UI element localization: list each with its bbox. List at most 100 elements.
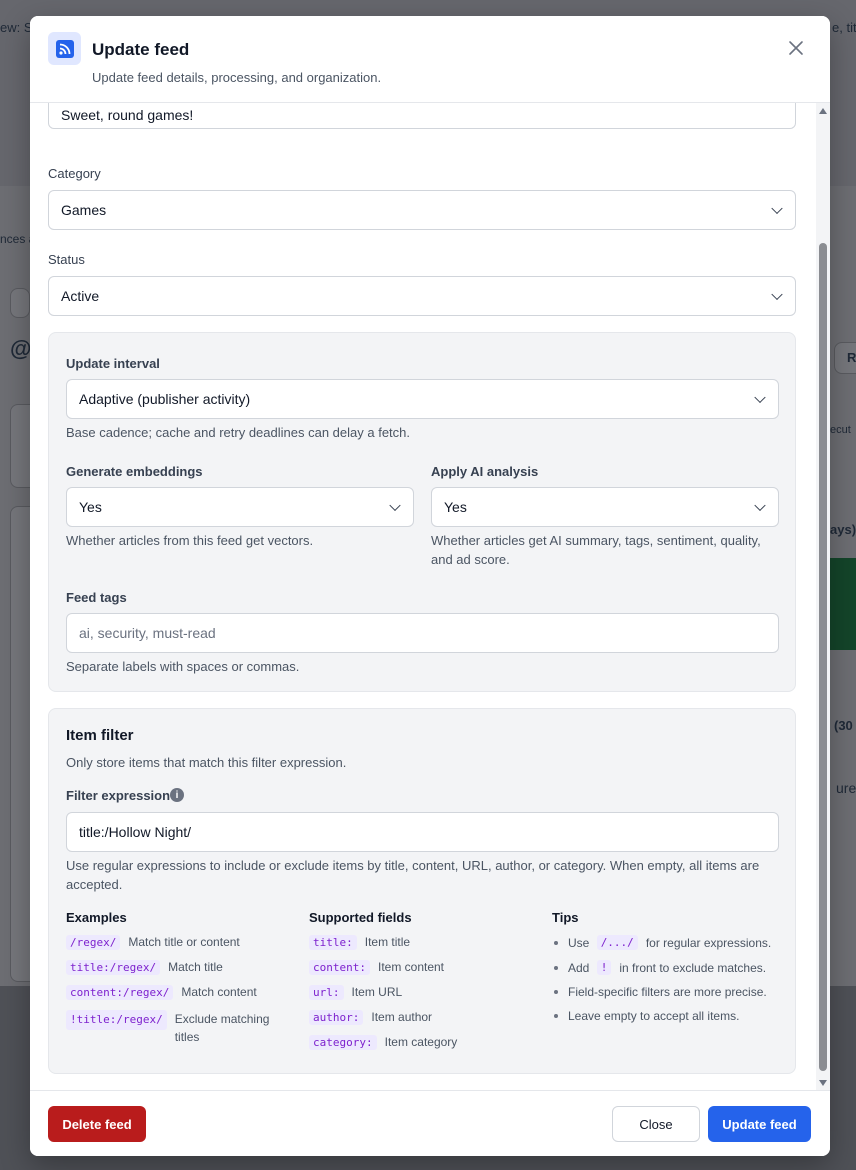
example-desc: Exclude matching titles [174,1012,270,1044]
embeddings-value: Yes [79,499,102,515]
rss-icon [48,32,81,65]
field-row: title: Item title [309,935,410,950]
field-desc: Item content [377,960,445,974]
ai-analysis-select[interactable]: Yes [431,487,779,527]
background-text: ays) [830,522,856,537]
update-interval-help: Base cadence; cache and retry deadlines … [66,425,410,440]
field-code: url: [309,985,344,1000]
background-text: ecut [830,424,851,436]
tip-code: /.../ [596,935,638,950]
status-value: Active [61,288,100,304]
background-back-button [10,288,30,318]
bullet-icon [554,940,558,945]
dialog-title: Update feed [92,40,190,59]
status-select[interactable]: Active [48,276,796,316]
chevron-down-icon [389,499,401,512]
tip-text: Add [568,960,590,975]
field-desc: Item URL [351,985,403,999]
dialog-header: Update feed Update feed details, process… [30,16,830,103]
scroll-up-icon[interactable] [819,108,827,114]
chevron-down-icon [771,288,783,301]
field-desc: Item author [371,1010,433,1024]
close-button[interactable]: Close [612,1106,700,1142]
dialog-scrollbar[interactable] [816,103,830,1090]
update-feed-dialog: Update feed Update feed details, process… [30,16,830,1156]
category-label: Category [48,166,101,181]
example-desc: Match title or content [128,935,240,949]
ai-analysis-label: Apply AI analysis [431,464,539,479]
field-row: content: Item content [309,960,444,975]
feed-tags-input[interactable]: ai, security, must-read [66,613,779,653]
filter-expression-help: Use regular expressions to include or ex… [66,858,760,892]
feed-tags-label: Feed tags [66,590,127,605]
field-desc: Item category [384,1035,458,1049]
example-desc: Match title [168,960,223,974]
item-filter-panel: Item filter Only store items that match … [48,708,796,1074]
field-code: category: [309,1035,377,1050]
tip-item: Add ! in front to exclude matches. [554,960,766,975]
item-filter-title: Item filter [66,727,134,744]
tip-text: Leave empty to accept all items. [568,1009,740,1023]
example-row: content:/regex/Match content [66,985,257,1000]
tip-text: in front to exclude matches. [619,960,767,975]
example-code: title:/regex/ [66,960,161,975]
update-interval-value: Adaptive (publisher activity) [79,391,251,407]
embeddings-help: Whether articles from this feed get vect… [66,533,314,548]
background-text: @ [10,336,32,361]
processing-panel: Update interval Adaptive (publisher acti… [48,332,796,692]
dialog-subtitle: Update feed details, processing, and org… [92,70,382,85]
field-row: url: Item URL [309,985,402,1000]
example-desc: Match content [181,985,257,999]
background-text: ures [836,780,856,796]
feed-tags-help: Separate labels with spaces or commas. [66,659,300,674]
bullet-icon [554,990,558,994]
tip-item: Use /.../ for regular expressions. [554,935,771,950]
item-filter-subtitle: Only store items that match this filter … [66,755,347,770]
scroll-down-icon[interactable] [819,1080,827,1086]
update-interval-label: Update interval [66,356,160,371]
supported-fields-title: Supported fields [309,910,412,925]
category-value: Games [61,202,107,218]
filter-expression-input[interactable]: title:/Hollow Night/ [66,812,779,852]
background-text: R [847,350,856,365]
field-code: content: [309,960,370,975]
field-row: author: Item author [309,1010,432,1025]
field-code: title: [309,935,357,950]
embeddings-select[interactable]: Yes [66,487,414,527]
tip-text: for regular expressions. [645,935,772,950]
update-feed-button[interactable]: Update feed [708,1106,811,1142]
update-interval-select[interactable]: Adaptive (publisher activity) [66,379,779,419]
info-icon[interactable]: i [170,788,184,802]
bullet-icon [554,1014,558,1018]
description-input[interactable]: Sweet, round games! [48,103,796,129]
embeddings-label: Generate embeddings [66,464,203,479]
close-icon[interactable] [786,38,806,58]
delete-feed-button[interactable]: Delete feed [48,1106,146,1142]
status-label: Status [48,252,85,267]
example-row: /regex/Match title or content [66,935,240,950]
example-code: /regex/ [66,935,121,950]
tips-title: Tips [552,910,579,925]
examples-title: Examples [66,910,127,925]
dialog-footer: Delete feed Close Update feed [30,1090,830,1156]
filter-expression-label: Filter expression [66,788,171,803]
example-row: !title:/regex/Exclude matching titles [66,1010,281,1046]
field-code: author: [309,1010,364,1025]
example-row: title:/regex/Match title [66,960,223,975]
example-code: content:/regex/ [66,985,174,1000]
dialog-body[interactable]: Sweet, round games! Category Games Statu… [30,103,816,1090]
field-row: category: Item category [309,1035,457,1050]
ai-analysis-value: Yes [444,499,467,515]
background-text: ew: S [0,20,33,35]
tip-item: Field-specific filters are more precise. [554,985,767,999]
tip-text: Field-specific filters are more precise. [568,985,767,999]
tip-code: ! [596,960,612,975]
background-text: e, tit [832,20,856,35]
bullet-icon [554,965,558,970]
example-code: !title:/regex/ [66,1010,167,1030]
scrollbar-thumb[interactable] [819,243,827,1071]
category-select[interactable]: Games [48,190,796,230]
field-desc: Item title [364,935,411,949]
tip-item: Leave empty to accept all items. [554,1009,739,1023]
tip-text: Use [568,935,590,950]
